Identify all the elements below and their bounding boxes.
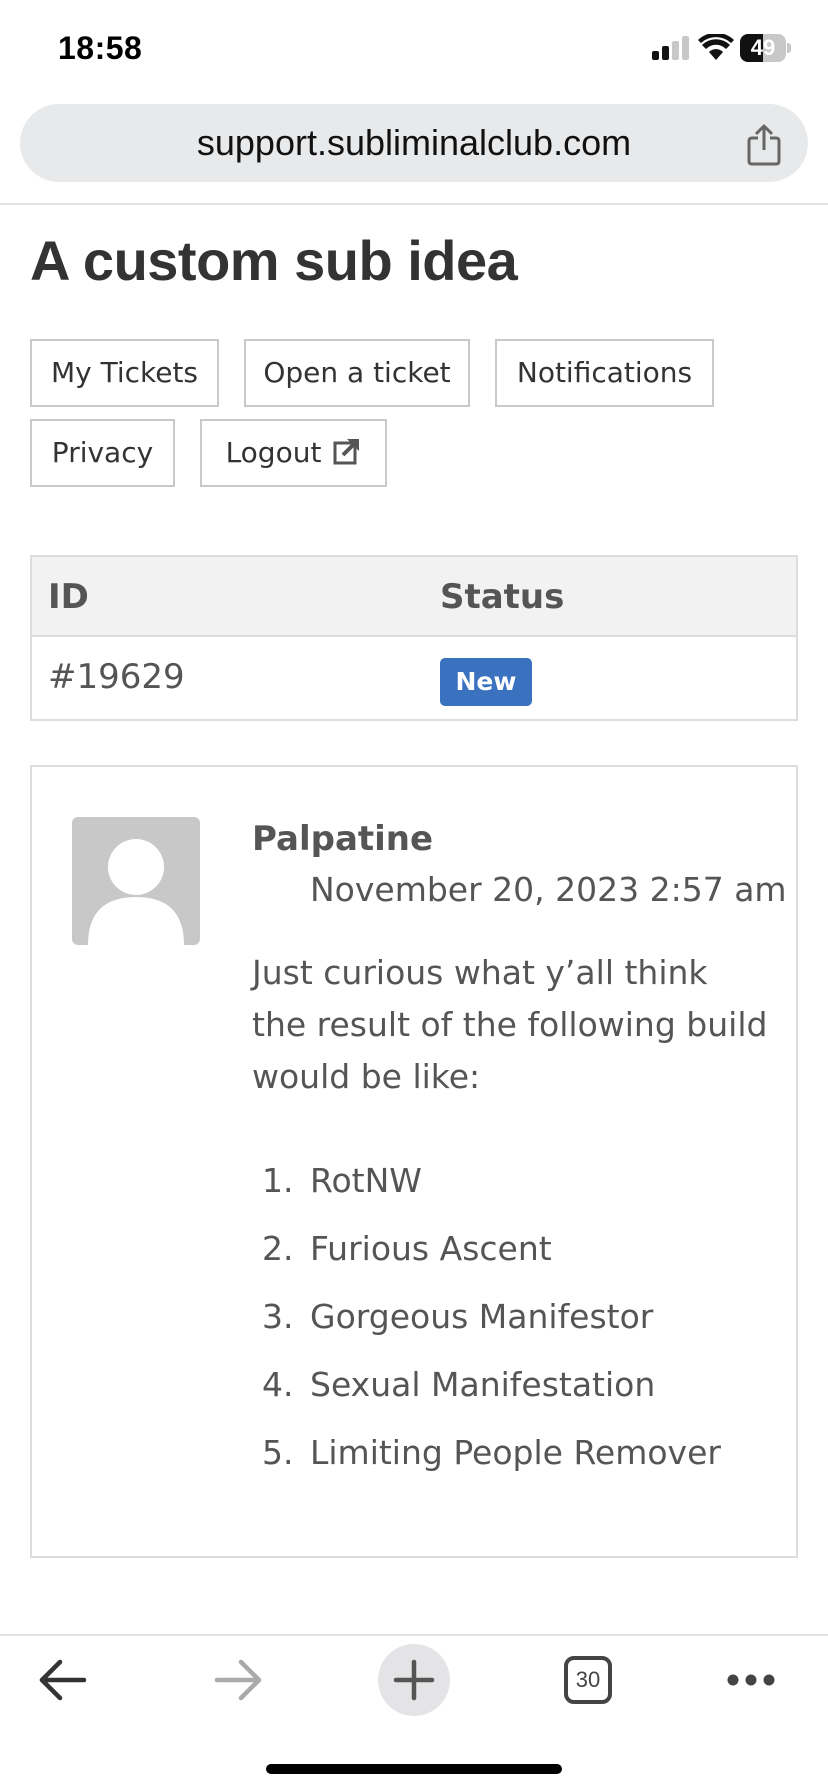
- ticket-id: #19629: [48, 657, 185, 697]
- list-number: 1.: [262, 1161, 294, 1200]
- ticket-table: ID Status #19629 New: [30, 555, 798, 721]
- plus-icon: [393, 1659, 435, 1701]
- arrow-right-icon[interactable]: [213, 1658, 263, 1702]
- toolbar-divider: [0, 1634, 828, 1636]
- table-row: #19629 New: [32, 637, 796, 719]
- list-item: 2. Furious Ascent: [262, 1215, 721, 1283]
- status-time: 18:58: [58, 30, 143, 66]
- logout-button[interactable]: Logout: [200, 419, 387, 487]
- more-icon[interactable]: [726, 1670, 776, 1690]
- address-bar[interactable]: support.subliminalclub.com: [20, 104, 808, 182]
- message-author: Palpatine: [252, 819, 434, 859]
- list-item: 1. RotNW: [262, 1147, 721, 1215]
- message-body: Just curious what y’all think the result…: [252, 953, 768, 1096]
- logout-label: Logout: [225, 436, 322, 469]
- battery-icon: 49: [740, 34, 791, 62]
- my-tickets-label: My Tickets: [50, 356, 199, 389]
- home-indicator[interactable]: [266, 1764, 562, 1774]
- default-user-icon: [88, 839, 184, 945]
- list-item: 4. Sexual Manifestation: [262, 1351, 721, 1419]
- list-text: Furious Ascent: [310, 1229, 552, 1268]
- list-item: 3. Gorgeous Manifestor: [262, 1283, 721, 1351]
- tabs-icon[interactable]: 30: [564, 1656, 612, 1704]
- header-id: ID: [48, 577, 89, 617]
- notifications-button[interactable]: Notifications: [495, 339, 714, 407]
- list-text: Limiting People Remover: [310, 1433, 721, 1472]
- privacy-label: Privacy: [51, 436, 154, 469]
- status-badge: New: [440, 658, 532, 706]
- open-ticket-button[interactable]: Open a ticket: [244, 339, 470, 407]
- cellular-signal-icon: [652, 36, 690, 60]
- message-date: November 20, 2023 2:57 am: [310, 870, 787, 909]
- external-link-icon: [333, 439, 360, 465]
- share-icon[interactable]: [746, 124, 782, 166]
- status-bar: 18:58 49: [0, 0, 828, 100]
- url-text[interactable]: support.subliminalclub.com: [20, 104, 808, 182]
- my-tickets-button[interactable]: My Tickets: [30, 339, 219, 407]
- list-item: 5. Limiting People Remover: [262, 1419, 721, 1487]
- list-number: 5.: [262, 1433, 294, 1472]
- open-ticket-label: Open a ticket: [263, 356, 451, 389]
- list-text: Sexual Manifestation: [310, 1365, 656, 1404]
- privacy-button[interactable]: Privacy: [30, 419, 175, 487]
- message-card: Palpatine November 20, 2023 2:57 am Just…: [30, 765, 798, 1558]
- notifications-label: Notifications: [516, 356, 693, 389]
- battery-level: 49: [750, 35, 776, 60]
- page-title: A custom sub idea: [30, 229, 518, 292]
- wifi-icon: [698, 34, 734, 60]
- header-status: Status: [440, 577, 565, 617]
- arrow-left-icon[interactable]: [38, 1658, 88, 1702]
- message-list: 1. RotNW 2. Furious Ascent 3. Gorgeous Mani…: [262, 1147, 721, 1487]
- address-bar-divider: [0, 203, 828, 205]
- new-tab-button[interactable]: [378, 1644, 450, 1716]
- list-number: 4.: [262, 1365, 294, 1404]
- list-number: 3.: [262, 1297, 294, 1336]
- list-text: RotNW: [310, 1161, 422, 1200]
- avatar: [72, 817, 200, 945]
- list-text: Gorgeous Manifestor: [310, 1297, 654, 1336]
- list-number: 2.: [262, 1229, 294, 1268]
- table-header-row: ID Status: [32, 557, 796, 637]
- tab-count: 30: [575, 1667, 601, 1692]
